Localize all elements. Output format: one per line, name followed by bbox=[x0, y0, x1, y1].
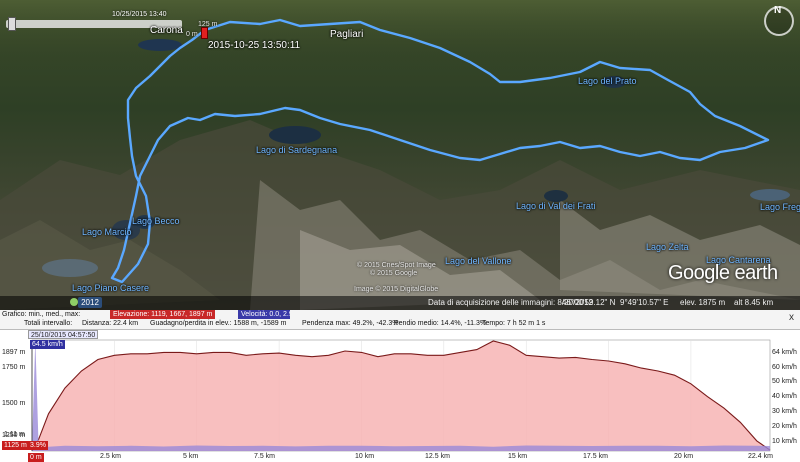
position-timestamp: 2015-10-25 13:50:11 bbox=[208, 40, 301, 51]
cursor-speed: 64.5 km/h bbox=[30, 340, 65, 349]
x-tick: 10 km bbox=[355, 453, 375, 460]
lake-label-vallone: Lago del Vallone bbox=[445, 256, 512, 266]
cursor-percent: 3.9% bbox=[28, 441, 48, 450]
x-tick: 7.5 km bbox=[254, 453, 276, 460]
elevation-chart[interactable]: 1897 m 1750 m 1500 m 1250 m 64 km/h 60 k… bbox=[0, 330, 800, 462]
altitude-readout: alt 8.45 km bbox=[734, 298, 774, 307]
imagery-year-badge[interactable]: 2012 bbox=[78, 297, 102, 308]
avg-slope: Pendio medio: 14.4%, -11.3% bbox=[394, 320, 487, 327]
credit-digitalglobe: Image © 2015 DigitalGlobe bbox=[354, 286, 439, 293]
lake-label-becco: Lago Becco bbox=[132, 216, 180, 226]
distance-total: Distanza: 22.4 km bbox=[82, 320, 139, 327]
x-tick: 12.5 km bbox=[425, 453, 450, 460]
lake-label-sardegnana: Lago di Sardegnana bbox=[256, 145, 338, 155]
lake-label-marcio: Lago Marcio bbox=[82, 227, 132, 237]
y-right-tick: 20 km/h bbox=[772, 423, 797, 430]
map-status-bar: Data di acquisizione delle immagini: 8/2… bbox=[0, 296, 800, 310]
lake-label-piano-casere: Lago Piano Casere bbox=[72, 283, 150, 293]
elevation-gain-loss: Guadagno/perdita in elev.: 1588 m, -1589… bbox=[150, 320, 287, 327]
x-tick: 22.4 km bbox=[748, 453, 773, 460]
y-left-tick: 1500 m bbox=[2, 400, 26, 407]
cursor-elevation: 1125 m bbox=[2, 441, 29, 450]
compass-icon[interactable]: N bbox=[764, 5, 794, 36]
lake-label-val-frati: Lago di Val dei Frati bbox=[516, 201, 596, 211]
cursor-distance: 0 m bbox=[28, 453, 44, 462]
google-earth-window: 10/25/2015 13:40 125 m 0 m Carona Paglia… bbox=[0, 0, 800, 462]
time-slider-date: 10/25/2015 13:40 bbox=[112, 11, 167, 18]
elevation-stat-toggle[interactable]: Elevazione: 1119, 1667, 1897 m bbox=[110, 310, 216, 319]
position-marker-icon[interactable] bbox=[201, 27, 208, 39]
elevation-readout: elev. 1875 m bbox=[680, 298, 726, 307]
x-tick: 17.5 km bbox=[583, 453, 608, 460]
town-pagliari: Pagliari bbox=[330, 29, 364, 40]
total-time: Tempo: 7 h 52 m 1 s bbox=[482, 320, 546, 327]
latitude: 46°00'59.12" N bbox=[562, 298, 616, 307]
y-right-tick: 40 km/h bbox=[772, 393, 797, 400]
x-tick: 5 km bbox=[183, 453, 199, 460]
elevation-chart-svg[interactable] bbox=[0, 330, 800, 462]
y-left-tick: 1750 m bbox=[2, 364, 26, 371]
lake-label-zelta: Lago Zelta bbox=[646, 242, 689, 252]
cursor-date: 25/10/2015 04:57:50 bbox=[28, 330, 99, 339]
historical-imagery-icon[interactable] bbox=[70, 298, 78, 306]
compass-north-label: N bbox=[774, 5, 782, 16]
y-right-tick: 10 km/h bbox=[772, 438, 797, 445]
x-tick: 20 km bbox=[674, 453, 694, 460]
max-slope: Pendenza max: 49.2%, -42.3% bbox=[302, 320, 399, 327]
y-right-tick: 30 km/h bbox=[772, 408, 797, 415]
lake-label-prato: Lago del Prato bbox=[578, 76, 637, 86]
grafico-label: Grafico: min., med., max: bbox=[2, 311, 81, 318]
town-carona: Carona bbox=[150, 25, 183, 36]
x-tick: 15 km bbox=[508, 453, 528, 460]
cursor-elevation-alt: 1,11 m bbox=[4, 431, 25, 438]
longitude: 9°49'10.57" E bbox=[620, 298, 669, 307]
y-right-tick: 64 km/h bbox=[772, 349, 797, 356]
credit-cnes: © 2015 Cnes/Spot Image bbox=[357, 262, 436, 269]
time-slider-knob[interactable] bbox=[8, 17, 16, 31]
map-view[interactable]: 10/25/2015 13:40 125 m 0 m Carona Paglia… bbox=[0, 0, 800, 310]
scale-zero-label: 0 m bbox=[186, 31, 198, 38]
lake-label-fregabolgia: Lago Freg bbox=[760, 202, 800, 212]
profile-header: Grafico: min., med., max: Elevazione: 11… bbox=[0, 310, 800, 330]
y-left-tick: 1897 m bbox=[2, 349, 26, 356]
speed-stat-toggle[interactable]: Velocità: 0.0, 2.9, 64.5 km/h bbox=[238, 310, 290, 319]
totali-label: Totali intervallo: bbox=[24, 320, 73, 327]
elevation-profile-panel: Grafico: min., med., max: Elevazione: 11… bbox=[0, 310, 800, 462]
credit-google: © 2015 Google bbox=[370, 270, 418, 277]
y-right-tick: 60 km/h bbox=[772, 364, 797, 371]
y-right-tick: 50 km/h bbox=[772, 378, 797, 385]
x-tick: 2.5 km bbox=[100, 453, 122, 460]
google-earth-logo: Google earth bbox=[668, 262, 778, 284]
close-profile-button[interactable]: x bbox=[789, 312, 794, 323]
